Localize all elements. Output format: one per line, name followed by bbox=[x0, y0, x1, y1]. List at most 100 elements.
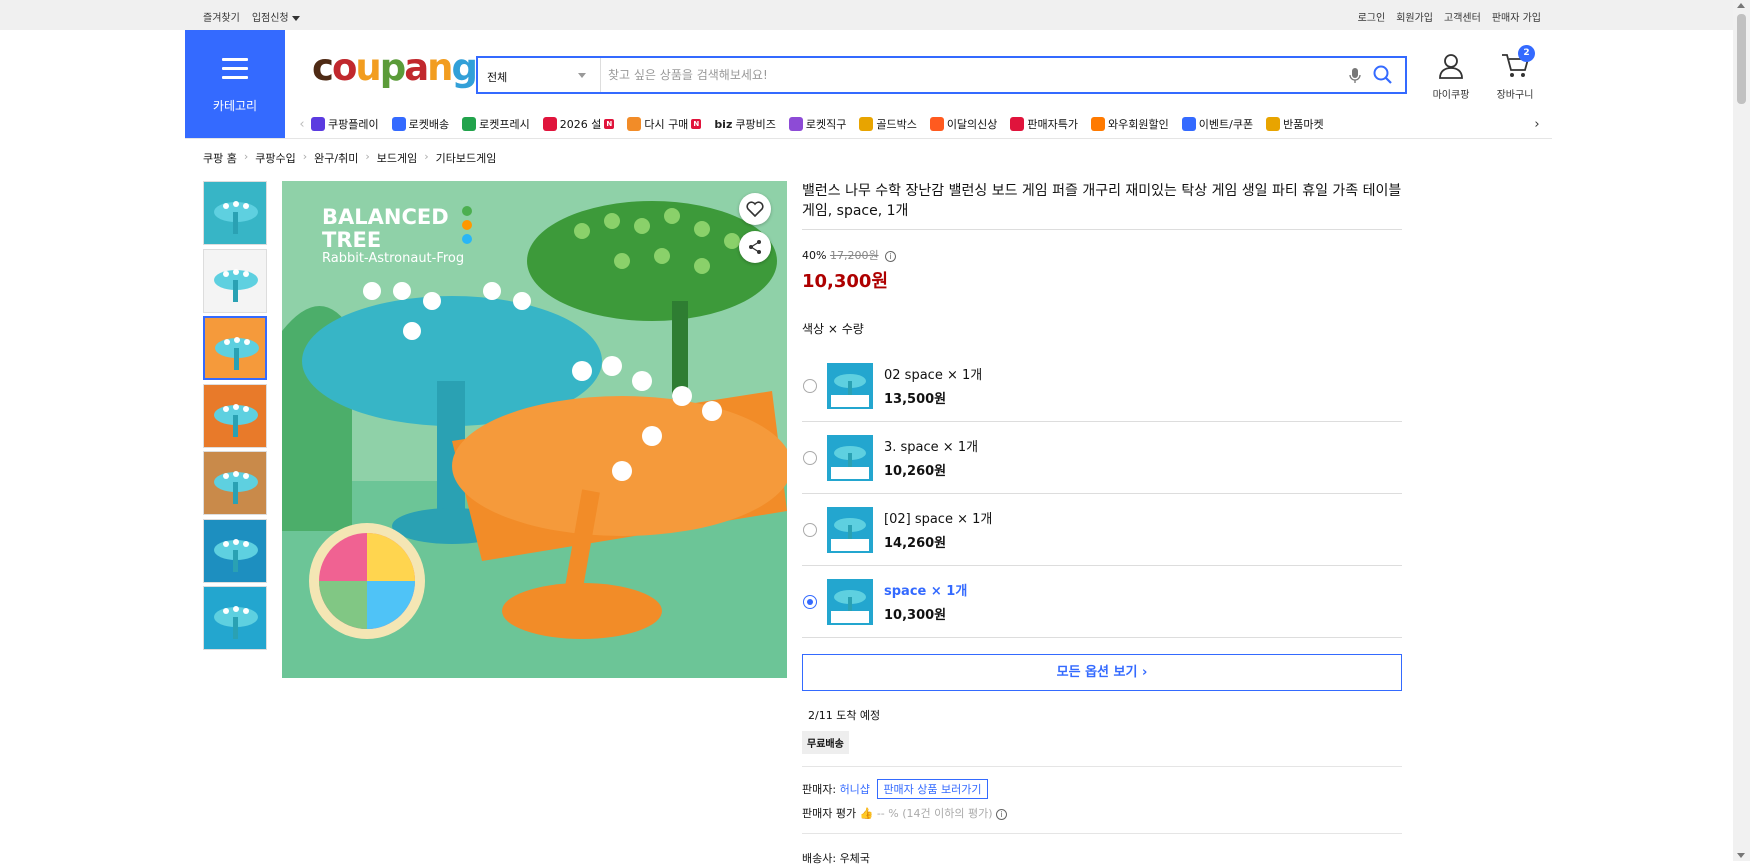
option-radio[interactable] bbox=[803, 595, 817, 609]
category-label: 카테고리 bbox=[212, 99, 258, 113]
login-link[interactable]: 로그인 bbox=[1358, 9, 1386, 24]
nav-item-0[interactable]: 쿠팡플레이 bbox=[311, 116, 379, 132]
option-radio[interactable] bbox=[803, 523, 817, 537]
breadcrumb-item[interactable]: 보드게임 bbox=[377, 150, 417, 166]
seller-rating-note: (14건 이하의 평가) bbox=[902, 807, 993, 820]
scrollbar[interactable] bbox=[1733, 0, 1750, 861]
breadcrumb-item[interactable]: 쿠팡수입 bbox=[255, 150, 295, 166]
share-icon[interactable] bbox=[739, 231, 771, 263]
nav-item-10[interactable]: 와우회원할인 bbox=[1091, 116, 1169, 132]
nav-item-5[interactable]: biz 쿠팡비즈 bbox=[714, 116, 776, 132]
nav-item-label: 와우회원할인 bbox=[1108, 118, 1169, 131]
nav-item-9[interactable]: 판매자특가 bbox=[1010, 116, 1078, 132]
thumbnail-1[interactable] bbox=[203, 248, 267, 313]
option-price: 14,260원 bbox=[884, 536, 947, 551]
all-options-button[interactable]: 모든 옵션 보기 › bbox=[802, 654, 1402, 691]
sale-price: 10,300원 bbox=[802, 271, 889, 292]
seller-row: 판매자: 허니샵 판매자 상품 보러가기 bbox=[802, 779, 1402, 799]
coupang-logo[interactable]: coupang bbox=[312, 49, 478, 86]
info-icon[interactable]: i bbox=[885, 251, 897, 262]
search-input[interactable] bbox=[608, 65, 1308, 85]
signup-link[interactable]: 회원가입 bbox=[1396, 9, 1433, 24]
option-price: 10,260원 bbox=[884, 464, 947, 479]
wow-icon bbox=[1091, 117, 1106, 131]
nav-item-11[interactable]: 이벤트/쿠폰 bbox=[1181, 116, 1254, 132]
search-icon[interactable] bbox=[1372, 64, 1394, 90]
nav-item-label: 이달의신상 bbox=[946, 118, 998, 131]
product-title: 밸런스 나무 수학 장난감 밸런싱 보드 게임 퍼즐 개구리 재미있는 탁상 게… bbox=[802, 181, 1402, 230]
option-name: 02 space × 1개 bbox=[884, 368, 983, 383]
play-icon bbox=[311, 117, 325, 131]
nav-item-12[interactable]: 반품마켓 bbox=[1266, 116, 1324, 132]
nav-item-label: 이벤트/쿠폰 bbox=[1198, 118, 1254, 131]
image-title-line1: BALANCED bbox=[322, 205, 449, 229]
breadcrumb-item[interactable]: 기타보드게임 bbox=[436, 150, 497, 166]
nav-item-label: 2026 설 bbox=[559, 118, 602, 131]
new-bag-icon bbox=[929, 117, 944, 131]
product-info: 밸런스 나무 수학 장난감 밸런싱 보드 게임 퍼즐 개구리 재미있는 탁상 게… bbox=[802, 181, 1402, 866]
seller-join-link[interactable]: 판매자 가입 bbox=[1492, 9, 1541, 24]
thumbnail-5[interactable] bbox=[203, 518, 267, 583]
chevron-left-icon[interactable]: ‹ bbox=[293, 117, 311, 132]
courier-name: 우체국 bbox=[839, 852, 870, 865]
thumbnail-6[interactable] bbox=[203, 586, 267, 650]
nav-item-1[interactable]: 로켓배송 bbox=[391, 116, 449, 132]
thumbnail-3[interactable] bbox=[203, 383, 267, 448]
nav-item-4[interactable]: 다시 구매 N bbox=[627, 116, 702, 132]
nav-item-label: 쿠팡비즈 bbox=[735, 118, 776, 131]
biz-icon: biz bbox=[714, 117, 733, 131]
microphone-icon[interactable] bbox=[1349, 67, 1361, 89]
search-bar: 전체 bbox=[476, 56, 1407, 94]
nav-item-label: 로켓프레시 bbox=[479, 118, 530, 131]
thumbnail-0[interactable] bbox=[203, 181, 267, 245]
seller-products-link[interactable]: 판매자 상품 보러가기 bbox=[877, 779, 988, 799]
gift-icon bbox=[542, 117, 557, 131]
option-radio[interactable] bbox=[803, 379, 817, 393]
nav-item-6[interactable]: 로켓직구 bbox=[788, 116, 846, 132]
seller-name-link[interactable]: 허니샵 bbox=[840, 783, 870, 796]
mypage-button[interactable]: 마이쿠팡 bbox=[1426, 52, 1476, 101]
hamburger-icon bbox=[222, 58, 248, 79]
option-thumbnail bbox=[827, 363, 873, 409]
wishlist-heart-icon[interactable] bbox=[739, 193, 771, 225]
divider bbox=[802, 766, 1402, 767]
option-item[interactable]: 3. space × 1개 10,260원 bbox=[802, 422, 1402, 494]
thumbnail-2[interactable] bbox=[203, 316, 267, 380]
nav-item-8[interactable]: 이달의신상 bbox=[929, 116, 998, 132]
option-item[interactable]: space × 1개 10,300원 bbox=[802, 566, 1402, 638]
chevron-down-icon bbox=[578, 73, 586, 78]
cart-button[interactable]: 2 장바구니 bbox=[1490, 45, 1540, 101]
mypage-label: 마이쿠팡 bbox=[1432, 90, 1470, 101]
favorites-link[interactable]: 즐겨찾기 bbox=[203, 9, 240, 24]
cart-label: 장바구니 bbox=[1496, 90, 1534, 101]
search-scope-select[interactable]: 전체 bbox=[478, 58, 601, 92]
thumb-up-icon: 👍 bbox=[859, 807, 874, 820]
caret-down-icon bbox=[291, 15, 300, 21]
option-item[interactable]: [02] space × 1개 14,260원 bbox=[802, 494, 1402, 566]
support-link[interactable]: 고객센터 bbox=[1444, 9, 1481, 24]
breadcrumb-item[interactable]: 쿠팡 홈 bbox=[203, 150, 237, 166]
thumbnail-4[interactable] bbox=[203, 451, 267, 515]
option-radio[interactable] bbox=[803, 451, 817, 465]
chevron-right-icon: › bbox=[243, 150, 249, 163]
category-nav: ‹ 쿠팡플레이 로켓배송 로켓프레시 2026 설 N 다시 구매 N biz 쿠팡비즈 로켓직구… bbox=[293, 112, 1546, 136]
nav-item-2[interactable]: 로켓프레시 bbox=[462, 116, 530, 132]
info-icon[interactable]: i bbox=[996, 809, 1007, 820]
option-label: 색상 × 수량 bbox=[802, 322, 864, 336]
nav-item-label: 다시 구매 bbox=[644, 118, 689, 131]
nav-item-3[interactable]: 2026 설N bbox=[542, 116, 615, 132]
category-button[interactable]: 카테고리 bbox=[185, 30, 285, 138]
chevron-right-icon: › bbox=[365, 150, 370, 163]
breadcrumb: 쿠팡 홈 › 쿠팡수입 › 완구/취미 › 보드게임 › 기타보드게임 bbox=[203, 150, 496, 166]
breadcrumb-item[interactable]: 완구/취미 bbox=[314, 150, 358, 166]
main-product-image: BALANCED TREE Rabbit-Astronaut-Frog bbox=[282, 181, 787, 678]
chevron-right-icon[interactable]: › bbox=[1528, 117, 1546, 132]
option-item[interactable]: 02 space × 1개 13,500원 bbox=[802, 350, 1402, 422]
seller-apply-link[interactable]: 입점신청 bbox=[252, 9, 300, 24]
nav-item-7[interactable]: 골드박스 bbox=[859, 116, 917, 132]
arrival-date: 2/11 도착 예정 bbox=[808, 709, 881, 722]
divider bbox=[185, 138, 1552, 139]
option-name: [02] space × 1개 bbox=[884, 512, 993, 527]
nav-item-label: 판매자특가 bbox=[1027, 118, 1079, 131]
top-utility-bar: 즐겨찾기 입점신청 로그인 회원가입 고객센터 판매자 가입 bbox=[0, 0, 1733, 30]
